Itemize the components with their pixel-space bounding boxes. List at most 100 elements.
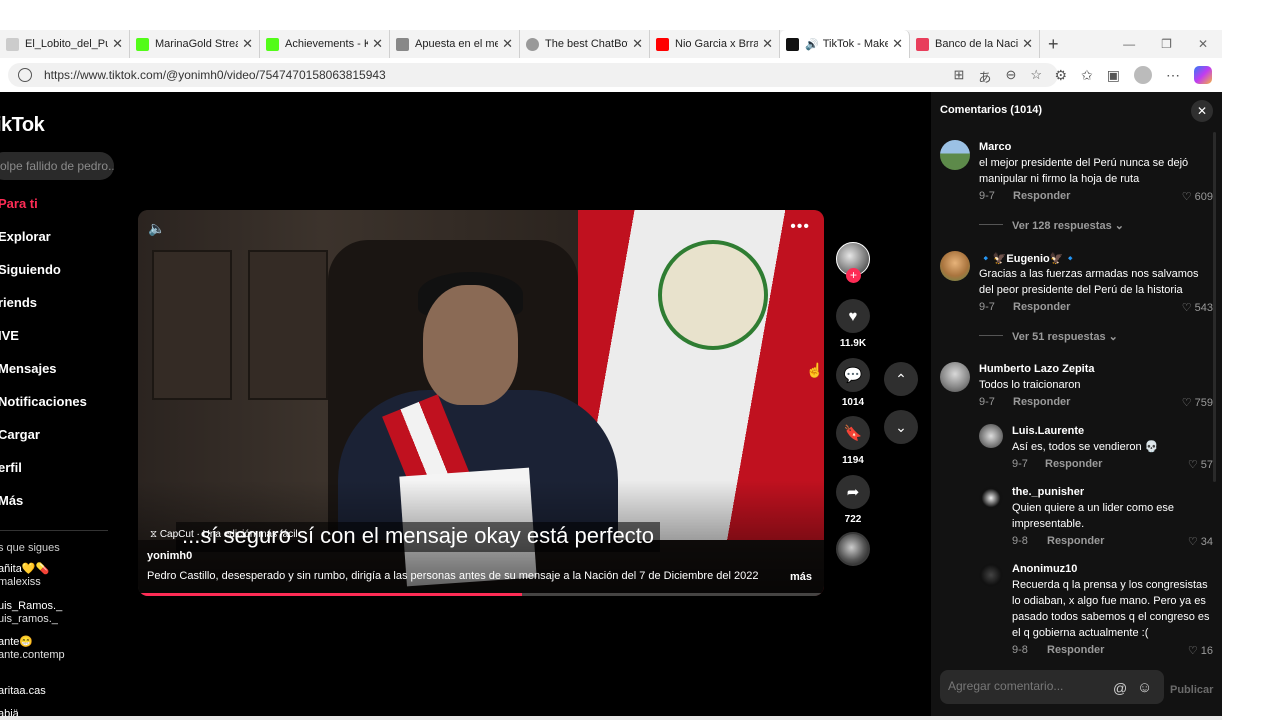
tab-close-icon[interactable]: ✕ xyxy=(632,36,643,52)
following-account[interactable]: abiä xyxy=(0,708,19,716)
more-button[interactable]: más xyxy=(790,571,812,583)
tab-close-icon[interactable]: ✕ xyxy=(1022,36,1033,52)
capcut-label[interactable]: ⧖ CapCut · Una edición más fácil xyxy=(150,529,298,540)
nav-item-explorar[interactable]: Explorar xyxy=(0,229,87,262)
comment-like[interactable]: ♡ 543 xyxy=(1163,301,1213,314)
reply-author[interactable]: Anonimuz10 xyxy=(1012,563,1077,575)
browser-tab[interactable]: Banco de la Nación ✕ xyxy=(910,30,1040,58)
copilot-icon[interactable] xyxy=(1194,66,1212,84)
nav-item-notificaciones[interactable]: Notificaciones xyxy=(0,394,87,427)
nav-item-cargar[interactable]: Cargar xyxy=(0,427,87,460)
nav-item-friends[interactable]: riends xyxy=(0,295,87,328)
favorites-icon[interactable]: ✩ xyxy=(1081,67,1093,84)
following-account[interactable]: ante😁 ante.contemp xyxy=(0,636,65,662)
previous-video-button[interactable]: ⌃ xyxy=(884,362,918,396)
nav-item-mensajes[interactable]: Mensajes xyxy=(0,361,87,394)
comment-author[interactable]: Humberto Lazo Zepita xyxy=(979,363,1095,375)
nav-item-mas[interactable]: Más xyxy=(0,493,87,526)
avatar[interactable] xyxy=(940,362,970,392)
search-input[interactable]: olpe fallido de pedro... xyxy=(0,152,114,180)
avatar[interactable] xyxy=(979,563,1003,587)
follow-plus-icon[interactable]: + xyxy=(846,268,861,283)
tab-close-icon[interactable]: ✕ xyxy=(502,36,513,52)
tab-close-icon[interactable]: ✕ xyxy=(892,36,903,52)
reply-like-count: 57 xyxy=(1200,459,1213,471)
avatar[interactable] xyxy=(979,424,1003,448)
music-disc-icon[interactable] xyxy=(836,532,870,566)
collections-icon[interactable]: ▣ xyxy=(1107,67,1120,84)
new-tab-button[interactable]: + xyxy=(1048,34,1059,55)
tiktok-logo[interactable]: ikTok xyxy=(0,114,45,137)
comment-author[interactable]: 🔹🦅Eugenio🦅🔹 xyxy=(979,252,1077,265)
volume-icon[interactable]: 🔈 xyxy=(148,220,165,237)
avatar[interactable] xyxy=(979,486,1003,510)
comment-input[interactable]: Agregar comentario... xyxy=(940,670,1164,704)
comment-button[interactable]: 💬 xyxy=(836,358,870,392)
browser-tab[interactable]: El_Lobito_del_Puebl ✕ xyxy=(0,30,130,58)
reply-button[interactable]: Responder xyxy=(1047,644,1104,656)
video-more-icon[interactable]: ••• xyxy=(790,218,810,236)
like-button[interactable]: ♥ xyxy=(836,299,870,333)
publish-button[interactable]: Publicar xyxy=(1170,684,1213,696)
address-bar[interactable]: https://www.tiktok.com/@yonimh0/video/75… xyxy=(8,63,1058,87)
browser-tab-active[interactable]: 🔊 TikTok - Make Your ✕ xyxy=(780,30,910,58)
nav-item-perfil[interactable]: erfil xyxy=(0,460,87,493)
nav-item-siguiendo[interactable]: Siguiendo xyxy=(0,262,87,295)
share-button[interactable]: ➦ xyxy=(836,475,870,509)
reply-like[interactable]: ♡ 34 xyxy=(1163,535,1213,548)
speaker-icon[interactable]: 🔊 xyxy=(805,38,819,51)
video-progress-bar[interactable] xyxy=(138,593,824,596)
reply-like[interactable]: ♡ 57 xyxy=(1163,458,1213,471)
browser-tab[interactable]: The best ChatBot ✕ xyxy=(520,30,650,58)
view-replies-button[interactable]: Ver 51 respuestas ⌄ xyxy=(1012,330,1118,343)
video-author[interactable]: yonimh0 xyxy=(147,550,192,562)
browser-tab[interactable]: Apuesta en el mejor ✕ xyxy=(390,30,520,58)
close-window-icon[interactable]: ✕ xyxy=(1198,37,1208,51)
tab-close-icon[interactable]: ✕ xyxy=(762,36,773,52)
profile-avatar[interactable] xyxy=(1134,66,1152,84)
youtube-icon xyxy=(656,37,669,51)
more-menu-icon[interactable]: ⋯ xyxy=(1166,67,1180,84)
reply-button[interactable]: Responder xyxy=(1013,301,1070,313)
reply-button[interactable]: Responder xyxy=(1047,535,1104,547)
url-text[interactable]: https://www.tiktok.com/@yonimh0/video/75… xyxy=(44,68,386,82)
restore-icon[interactable]: ❐ xyxy=(1161,37,1172,51)
comment-author[interactable]: Marco xyxy=(979,141,1011,153)
nav-item-para-ti[interactable]: Para ti xyxy=(0,196,87,229)
reply-button[interactable]: Responder xyxy=(1045,458,1102,470)
following-account[interactable]: aritaa.cas xyxy=(0,685,46,698)
nav-item-live[interactable]: IVE xyxy=(0,328,87,361)
minimize-icon[interactable]: — xyxy=(1123,37,1135,51)
following-account[interactable]: añita💛💊 malexiss xyxy=(0,563,49,589)
apps-icon[interactable]: ⊞ xyxy=(954,67,965,86)
avatar[interactable] xyxy=(940,140,970,170)
following-account[interactable]: uis_Ramos._ uis_ramos._ xyxy=(0,600,62,626)
next-video-button[interactable]: ⌄ xyxy=(884,410,918,444)
tab-close-icon[interactable]: ✕ xyxy=(112,36,123,52)
favorite-star-icon[interactable]: ☆ xyxy=(1030,67,1042,86)
reply-like[interactable]: ♡ 16 xyxy=(1163,644,1213,657)
browser-tab[interactable]: Nio Garcia x Brray ✕ xyxy=(650,30,780,58)
tab-close-icon[interactable]: ✕ xyxy=(242,36,253,52)
reply-author[interactable]: Luis.Laurente xyxy=(1012,425,1084,437)
reply-date: 9-8 xyxy=(1012,535,1028,547)
browser-tab[interactable]: Achievements - Kick ✕ xyxy=(260,30,390,58)
mention-icon[interactable]: @ xyxy=(1113,680,1127,696)
reply-author[interactable]: the._punisher xyxy=(1012,486,1084,498)
extensions-icon[interactable]: ⚙ xyxy=(1054,67,1067,84)
close-comments-button[interactable]: ✕ xyxy=(1191,100,1213,122)
translate-icon[interactable]: あ xyxy=(978,67,991,86)
reply-button[interactable]: Responder xyxy=(1013,396,1070,408)
browser-tab[interactable]: MarinaGold Stream ✕ xyxy=(130,30,260,58)
emoji-icon[interactable]: ☺ xyxy=(1137,679,1152,696)
tab-close-icon[interactable]: ✕ xyxy=(372,36,383,52)
site-info-icon[interactable] xyxy=(18,68,32,82)
view-replies-button[interactable]: Ver 128 respuestas ⌄ xyxy=(1012,219,1124,232)
reply-button[interactable]: Responder xyxy=(1013,190,1070,202)
comment-like[interactable]: ♡ 759 xyxy=(1163,396,1213,409)
comment-like[interactable]: ♡ 609 xyxy=(1163,190,1213,203)
zoom-icon[interactable]: ⊖ xyxy=(1005,67,1016,86)
avatar[interactable] xyxy=(940,251,970,281)
save-button[interactable]: 🔖 xyxy=(836,416,870,450)
heart-outline-icon: ♡ xyxy=(1181,302,1195,314)
